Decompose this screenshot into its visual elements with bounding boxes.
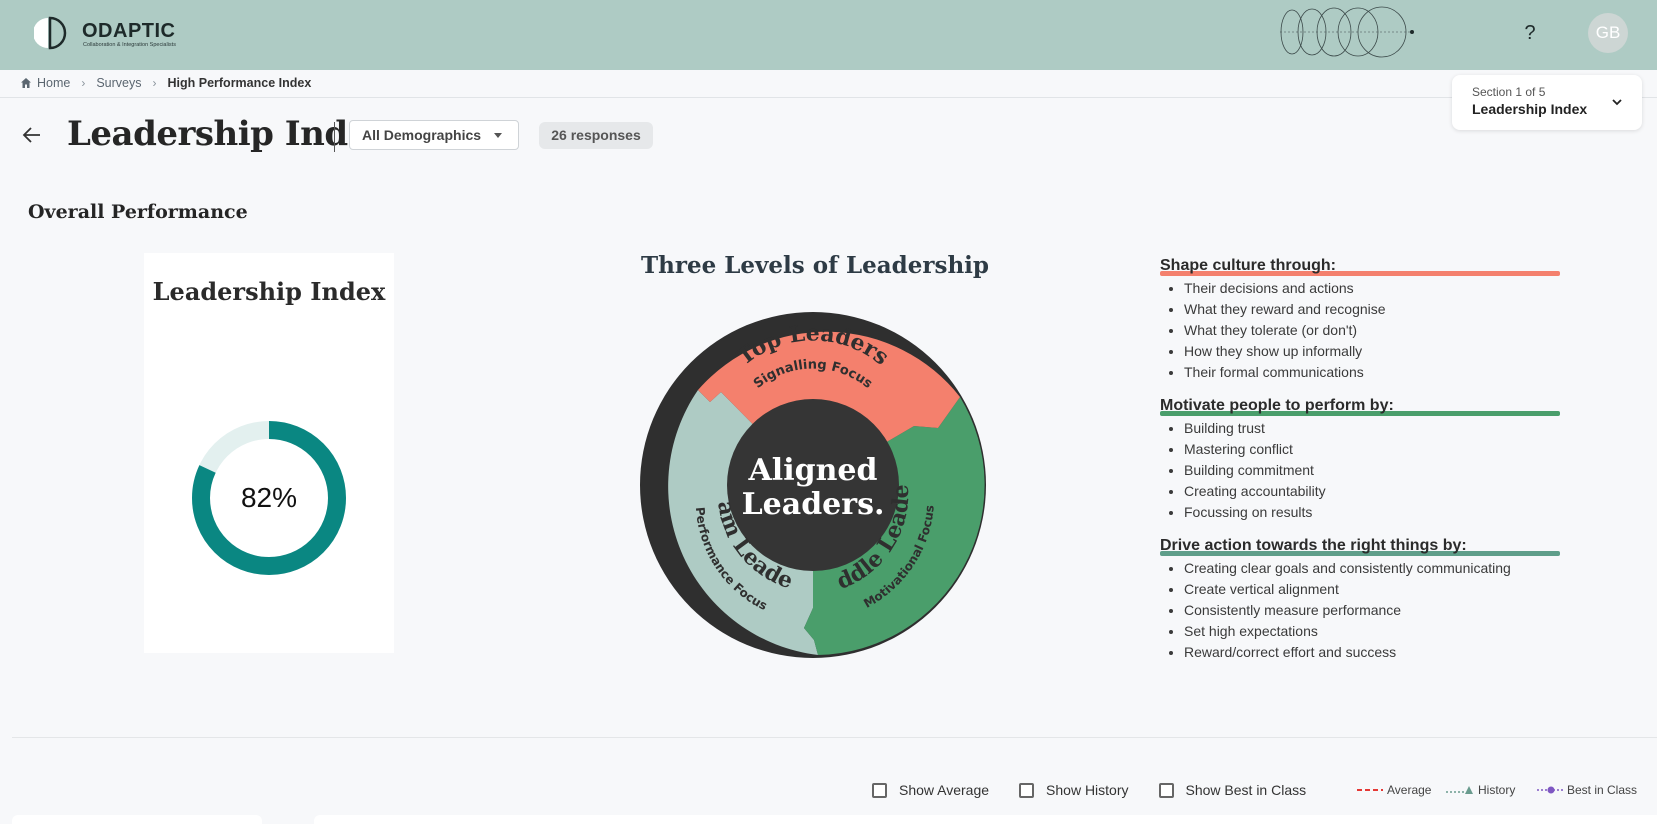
breadcrumb-surveys[interactable]: Surveys: [96, 76, 141, 90]
help-button[interactable]: ?: [1518, 18, 1542, 48]
legend-history-label: History: [1478, 783, 1516, 797]
breadcrumb: Home › Surveys › High Performance Index: [20, 74, 311, 92]
list-heading-text: Shape culture through:: [1160, 257, 1336, 274]
breadcrumb-divider: [0, 97, 1657, 98]
chart-panel-right: [314, 815, 1657, 824]
list-item: Set high expectations: [1184, 621, 1570, 642]
show-average-label: Show Average: [899, 782, 990, 798]
legend-average-label: Average: [1387, 783, 1432, 797]
checkbox-box[interactable]: [872, 782, 887, 798]
checkbox-box[interactable]: [1019, 782, 1035, 798]
list-heading-text: Motivate people to perform by:: [1160, 397, 1394, 414]
logo-mark-icon: [34, 16, 67, 50]
list-heading: Shape culture through:: [1160, 255, 1570, 277]
list-item: What they tolerate (or don't): [1184, 320, 1570, 341]
top-header: ODAPTIC Collaboration & Integration Spec…: [0, 0, 1657, 70]
list-motivate: Motivate people to perform by: Building …: [1160, 395, 1570, 523]
logo-text: ODAPTIC: [82, 20, 176, 42]
list-item: Focussing on results: [1184, 502, 1570, 523]
chevron-right-icon: ›: [81, 76, 86, 90]
show-best-label: Show Best in Class: [1185, 782, 1307, 798]
page-title: Leadership Index: [67, 114, 389, 154]
list-item: Building trust: [1184, 418, 1570, 439]
section-position: Section 1 of 5: [1472, 85, 1546, 99]
legend-history: History: [1446, 783, 1515, 797]
chart-panel-left: [12, 815, 262, 824]
list-item: Mastering conflict: [1184, 439, 1570, 460]
section-name: Leadership Index: [1472, 101, 1588, 117]
breadcrumb-home[interactable]: Home: [37, 76, 70, 90]
overall-performance-heading: Overall Performance: [28, 201, 248, 223]
chevron-right-icon: ›: [152, 76, 157, 90]
list-item: Reward/correct effort and success: [1184, 642, 1570, 663]
three-levels-title: Three Levels of Leadership: [641, 252, 989, 279]
list-heading-text: Drive action towards the right things by…: [1160, 537, 1467, 554]
chart-controls: Show Average Show History Show Best in C…: [872, 780, 1336, 800]
back-arrow-icon[interactable]: [20, 123, 44, 147]
show-best-in-class-checkbox[interactable]: Show Best in Class: [1158, 782, 1307, 798]
chevron-down-icon: [1612, 99, 1622, 106]
list-item: Creating clear goals and consistently co…: [1184, 558, 1570, 579]
checkbox-box[interactable]: [1158, 782, 1174, 798]
center-line-2: Leaders.: [742, 487, 885, 522]
center-line-1: Aligned: [748, 453, 878, 488]
list-item: Their decisions and actions: [1184, 278, 1570, 299]
demographics-select-value: All Demographics: [362, 127, 482, 143]
user-avatar[interactable]: GB: [1588, 13, 1628, 53]
leadership-wheel-diagram: Aligned Leaders. Top Leaders Signalling …: [638, 310, 986, 658]
dashed-line-icon: [1357, 789, 1383, 791]
show-history-label: Show History: [1046, 782, 1129, 798]
leadership-lists: Shape culture through: Their decisions a…: [1160, 255, 1570, 675]
list-shape-culture: Shape culture through: Their decisions a…: [1160, 255, 1570, 383]
logo-tagline: Collaboration & Integration Specialists: [83, 42, 176, 48]
legend-average: Average: [1357, 783, 1431, 797]
list-item: Building commitment: [1184, 460, 1570, 481]
score-value: 82%: [240, 482, 298, 513]
odaptic-logo[interactable]: ODAPTIC Collaboration & Integration Spec…: [34, 16, 184, 50]
home-icon[interactable]: [20, 77, 32, 89]
responses-badge: 26 responses: [539, 122, 653, 149]
caret-down-icon: [494, 133, 502, 138]
list-item: Consistently measure performance: [1184, 600, 1570, 621]
demographics-select[interactable]: All Demographics: [349, 120, 519, 150]
section-selector[interactable]: Section 1 of 5 Leadership Index: [1452, 75, 1642, 130]
title-divider: [334, 122, 335, 152]
leadership-index-card: Leadership Index 82%: [144, 253, 394, 653]
list-heading: Motivate people to perform by:: [1160, 395, 1570, 417]
list-item: Create vertical alignment: [1184, 579, 1570, 600]
show-average-checkbox[interactable]: Show Average: [872, 782, 989, 798]
list-item: Their formal communications: [1184, 362, 1570, 383]
list-item: How they show up informally: [1184, 341, 1570, 362]
list-item: What they reward and recognise: [1184, 299, 1570, 320]
triangle-line-icon: [1446, 786, 1473, 794]
show-history-checkbox[interactable]: Show History: [1019, 782, 1129, 798]
list-item: Creating accountability: [1184, 481, 1570, 502]
section-divider: [12, 737, 1657, 738]
header-rings-decoration: [1280, 6, 1414, 58]
list-heading: Drive action towards the right things by…: [1160, 535, 1570, 557]
dotted-line-icon: [1537, 786, 1563, 794]
legend-best-in-class: Best in Class: [1537, 783, 1637, 797]
legend-best-label: Best in Class: [1567, 783, 1638, 797]
list-drive-action: Drive action towards the right things by…: [1160, 535, 1570, 663]
leadership-index-card-title: Leadership Index: [152, 277, 386, 306]
breadcrumb-current: High Performance Index: [167, 76, 312, 90]
